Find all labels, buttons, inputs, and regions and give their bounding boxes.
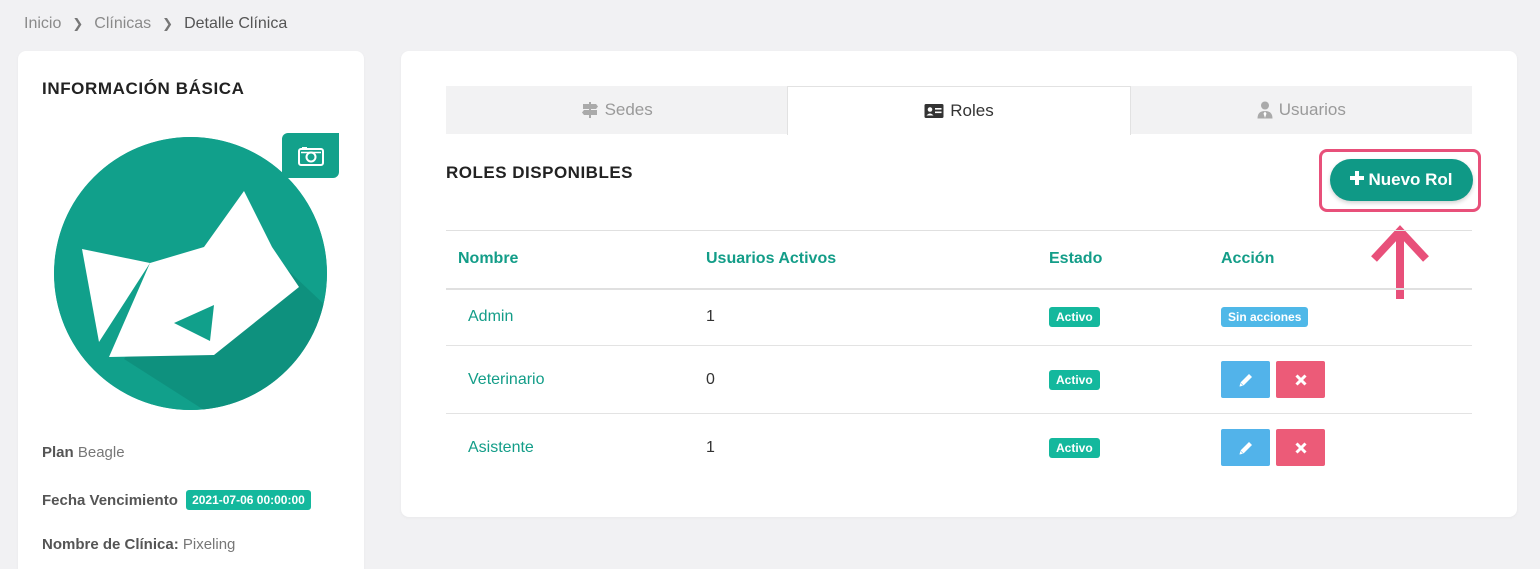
column-header-usuarios-activos: Usuarios Activos (694, 230, 1037, 290)
breadcrumb-home[interactable]: Inicio (24, 15, 61, 33)
edit-role-button[interactable] (1221, 361, 1270, 398)
status-badge: Activo (1049, 369, 1100, 390)
status-badge: Activo (1049, 307, 1100, 328)
role-name-link[interactable]: Admin (458, 308, 513, 325)
delete-role-button[interactable] (1276, 361, 1326, 398)
new-role-button[interactable]: Nuevo Rol (1330, 159, 1473, 201)
edit-role-button[interactable] (1221, 429, 1270, 467)
basic-info-card: INFORMACIÓN BÁSICA Plan Beagle Fecha Ven… (18, 51, 364, 569)
expiry-row: Fecha Vencimiento 2021-07-06 00:00:00 (42, 490, 311, 510)
signpost-icon (581, 101, 599, 119)
expiry-label: Fecha Vencimiento (42, 492, 178, 509)
clinic-name-value: Pixeling (182, 536, 236, 553)
user-tie-icon (1257, 101, 1273, 119)
clinic-logo (54, 137, 327, 410)
column-header-nombre: Nombre (446, 230, 694, 290)
role-name-link[interactable]: Asistente (458, 439, 534, 456)
pencil-icon (1239, 373, 1252, 386)
active-users-count: 0 (694, 345, 1037, 414)
no-actions-badge: Sin acciones (1221, 307, 1309, 328)
tab-sedes[interactable]: Sedes (446, 86, 788, 134)
tab-roles-label: Roles (950, 101, 994, 120)
close-icon (1295, 442, 1307, 454)
chevron-right-icon: ❯ (162, 16, 174, 31)
tab-usuarios-label: Usuarios (1278, 100, 1346, 119)
breadcrumb-clinics[interactable]: Clínicas (94, 15, 151, 33)
expiry-date-badge: 2021-07-06 00:00:00 (186, 490, 311, 510)
plus-icon (1350, 170, 1365, 190)
plan-row: Plan Beagle (42, 444, 125, 461)
breadcrumb: Inicio ❯ Clínicas ❯ Detalle Clínica (24, 15, 287, 33)
basic-info-title: INFORMACIÓN BÁSICA (42, 79, 245, 98)
close-icon (1295, 373, 1307, 386)
table-row: Veterinario 0 Activo (446, 345, 1472, 414)
active-users-count: 1 (706, 438, 715, 456)
plan-value: Beagle (77, 444, 125, 461)
roles-section-title: ROLES DISPONIBLES (446, 163, 634, 182)
table-header-row: Nombre Usuarios Activos Estado Acción (446, 230, 1472, 290)
tab-usuarios[interactable]: Usuarios (1130, 86, 1472, 134)
role-name-link[interactable]: Veterinario (458, 371, 545, 388)
delete-role-button[interactable] (1276, 429, 1326, 467)
camera-icon (297, 146, 324, 166)
roles-table: Nombre Usuarios Activos Estado Acción Ad… (446, 230, 1472, 482)
clinic-logo-image (54, 137, 327, 410)
roles-card: Sedes Roles Usuarios ROLES DISPONIBLES N… (401, 51, 1517, 517)
change-logo-button[interactable] (282, 133, 339, 178)
tab-sedes-label: Sedes (604, 100, 653, 119)
pencil-icon (1239, 441, 1252, 455)
new-role-label: Nuevo Rol (1368, 170, 1453, 189)
tab-roles[interactable]: Roles (787, 86, 1131, 135)
breadcrumb-current: Detalle Clínica (184, 15, 288, 32)
column-header-estado: Estado (1037, 230, 1209, 290)
status-badge: Activo (1049, 437, 1100, 458)
active-users-count: 1 (694, 288, 1037, 346)
table-row: Asistente 1 Activo (446, 414, 1472, 482)
chevron-right-icon: ❯ (72, 16, 84, 31)
clinic-name-row: Nombre de Clínica: Pixeling (42, 536, 235, 553)
column-header-accion: Acción (1209, 230, 1472, 290)
tab-bar: Sedes Roles Usuarios (446, 86, 1472, 135)
table-row: Admin 1 Activo Sin acciones (446, 288, 1472, 346)
clinic-name-label: Nombre de Clínica: (42, 536, 179, 553)
id-card-icon (924, 103, 944, 119)
plan-label: Plan (42, 444, 74, 461)
